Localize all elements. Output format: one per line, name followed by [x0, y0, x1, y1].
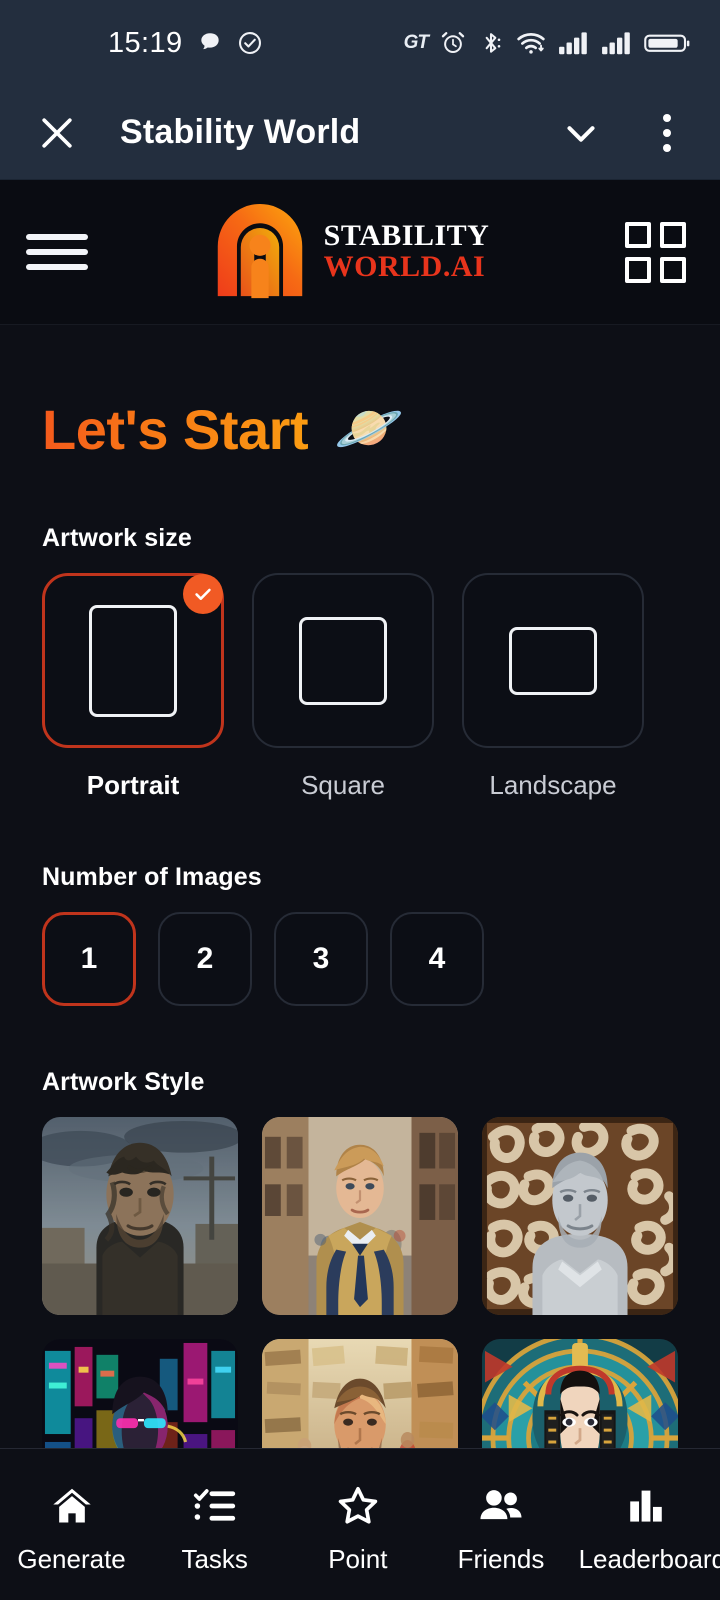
nav-label-tasks: Tasks: [181, 1544, 248, 1574]
people-icon: [480, 1490, 522, 1520]
landscape-shape-icon: [509, 626, 597, 695]
number-option-2[interactable]: 2: [158, 912, 252, 1006]
title-bar-actions: [556, 108, 692, 158]
battery-icon: [644, 34, 690, 52]
nav-item-point[interactable]: Point: [286, 1484, 429, 1575]
check-icon: [195, 588, 211, 600]
brand-logo[interactable]: STABILITY WORLD.AI: [212, 203, 490, 301]
more-options-button[interactable]: [642, 108, 692, 158]
artwork-size-label-square: Square: [301, 770, 385, 800]
brand-text: STABILITY WORLD.AI: [324, 221, 490, 282]
chevron-down-icon: [567, 125, 595, 142]
post-apocalyptic-portrait-thumbnail: [42, 1117, 238, 1315]
nav-label-leaderboard: Leaderboard: [578, 1544, 720, 1574]
app-screen: 15:19 GT Stability World STABILITY WORLD…: [0, 0, 720, 1600]
artwork-size-label-landscape: Landscape: [489, 770, 617, 800]
number-option-4[interactable]: 4: [390, 912, 484, 1006]
close-button[interactable]: [30, 106, 84, 160]
saturn-planet-icon: 🪐: [334, 395, 404, 459]
main-content: Let's Start 🪐 Artwork size Portrait Squa…: [0, 325, 720, 1537]
chevron-down-button[interactable]: [556, 108, 606, 158]
app-header: STABILITY WORLD.AI: [0, 180, 720, 325]
bottom-navigation-bar: Generate Tasks Point Friends Leaderboard: [0, 1448, 720, 1600]
page-title: Stability World: [120, 113, 361, 151]
title-bar: Stability World: [0, 86, 720, 180]
artwork-size-label-portrait: Portrait: [86, 770, 180, 800]
nav-item-generate[interactable]: Generate: [0, 1484, 143, 1575]
artwork-size-option-square[interactable]: Square: [252, 573, 434, 801]
gt-label: GT: [403, 32, 429, 53]
artwork-size-options: Portrait Square Landscape: [42, 573, 678, 801]
stability-world-logo-icon: [217, 204, 302, 299]
status-bar-left: 15:19: [108, 27, 263, 60]
carved-relief-portrait-thumbnail: [482, 1117, 678, 1315]
portrait-shape-icon: [89, 604, 177, 717]
chat-bubble-icon: [200, 33, 219, 50]
lets-start-heading: Let's Start: [42, 398, 309, 461]
artwork-size-option-landscape[interactable]: Landscape: [462, 573, 644, 801]
artwork-style-tile-post-apocalyptic-portrait[interactable]: [42, 1117, 238, 1315]
nav-label-point: Point: [328, 1544, 388, 1574]
status-time: 15:19: [108, 26, 183, 59]
close-icon: [42, 117, 72, 148]
nav-item-tasks[interactable]: Tasks: [143, 1484, 286, 1575]
wifi-icon: [517, 33, 545, 54]
star-icon: [338, 1486, 378, 1524]
selected-check-badge: [183, 574, 223, 614]
home-icon: [52, 1488, 91, 1523]
artwork-size-card-landscape[interactable]: [462, 573, 644, 748]
status-bar: 15:19 GT: [0, 0, 720, 86]
square-shape-icon: [299, 616, 387, 705]
artwork-style-label: Artwork Style: [42, 1068, 205, 1096]
bar-chart-icon: [630, 1490, 663, 1522]
check-circle-icon: [238, 32, 261, 54]
brand-line-1: STABILITY: [323, 219, 490, 253]
number-option-3[interactable]: 3: [274, 912, 368, 1006]
hamburger-menu-icon[interactable]: [26, 234, 88, 270]
signal-icon-1: [559, 32, 587, 55]
nav-item-friends[interactable]: Friends: [429, 1484, 572, 1575]
artwork-size-option-portrait[interactable]: Portrait: [42, 573, 224, 801]
nav-item-leaderboard[interactable]: Leaderboard: [573, 1484, 720, 1575]
number-of-images-label: Number of Images: [42, 863, 262, 891]
grid-view-icon[interactable]: [625, 221, 686, 283]
artwork-style-tile-carved-relief-portrait[interactable]: [482, 1117, 678, 1315]
checklist-icon: [193, 1489, 235, 1521]
artwork-size-card-portrait[interactable]: [42, 573, 224, 748]
artwork-size-label: Artwork size: [42, 524, 192, 552]
nav-label-friends: Friends: [457, 1544, 545, 1574]
number-option-1[interactable]: 1: [42, 912, 136, 1006]
lets-start-heading-row: Let's Start 🪐: [42, 325, 678, 462]
status-bar-right: GT: [404, 29, 690, 57]
brand-line-2: WORLD.AI: [323, 250, 486, 283]
artwork-style-tile-street-fashion-portrait[interactable]: [262, 1117, 458, 1315]
signal-icon-2: [602, 32, 630, 55]
artwork-size-card-square[interactable]: [252, 573, 434, 748]
number-of-images-options: 1 2 3 4: [42, 912, 678, 1006]
nav-label-generate: Generate: [17, 1544, 126, 1574]
alarm-icon: [441, 32, 465, 54]
more-vertical-icon: [663, 113, 671, 152]
street-fashion-portrait-thumbnail: [262, 1117, 458, 1315]
bluetooth-icon: [485, 33, 501, 53]
